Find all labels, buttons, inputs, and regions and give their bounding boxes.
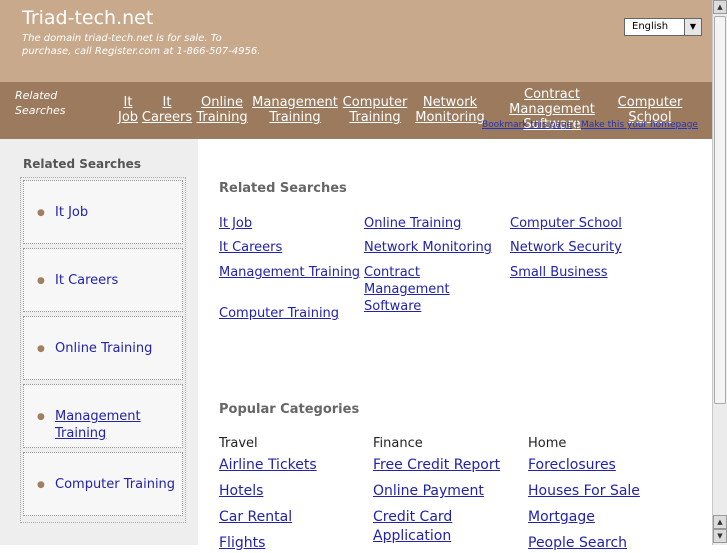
bullet-icon: ● — [37, 208, 45, 218]
nav-link-it-careers[interactable]: It Careers — [141, 95, 193, 125]
sidebar: Related Searches ● It Job ● It Careers ●… — [0, 139, 198, 545]
related-link-network-monitoring[interactable]: Network Monitoring — [364, 239, 492, 256]
related-link-management-training[interactable]: Management Training — [219, 264, 360, 281]
sidebar-item-label[interactable]: Computer Training — [55, 476, 180, 493]
popular-categories-title: Popular Categories — [219, 402, 360, 417]
homepage-link[interactable]: Make this your homepage — [581, 120, 698, 130]
sidebar-list: ● It Job ● It Careers ● Online Training … — [20, 177, 186, 523]
sidebar-item-label[interactable]: Online Training — [55, 340, 180, 357]
related-link-computer-training[interactable]: Computer Training — [219, 305, 339, 322]
nav-link-network-monitoring[interactable]: Network Monitoring — [414, 95, 486, 125]
language-selected: English — [632, 21, 669, 32]
site-description: The domain triad-tech.net is for sale. T… — [22, 33, 261, 57]
related-searches-title: Related Searches — [219, 181, 347, 196]
sidebar-item-label[interactable]: Management Training — [55, 408, 145, 442]
popular-link-credit-card-application[interactable]: Credit Card Application — [373, 508, 483, 546]
sidebar-item-it-job[interactable]: ● It Job — [23, 180, 183, 244]
bullet-icon: ● — [37, 480, 45, 490]
scroll-up-icon[interactable]: ▲ — [713, 0, 727, 14]
popular-link-foreclosures[interactable]: Foreclosures — [528, 456, 616, 475]
nav-link-online-training[interactable]: Online Training — [196, 95, 248, 125]
bookmark-link[interactable]: Bookmark this page — [482, 120, 572, 130]
popular-link-houses-for-sale[interactable]: Houses For Sale — [528, 482, 640, 501]
related-link-online-training[interactable]: Online Training — [364, 215, 461, 232]
popular-link-airline-tickets[interactable]: Airline Tickets — [219, 456, 317, 475]
sidebar-item-label[interactable]: It Careers — [55, 272, 180, 289]
header: Triad-tech.net The domain triad-tech.net… — [0, 0, 712, 82]
bullet-icon: ● — [37, 344, 45, 354]
scrollbar-thumb[interactable] — [714, 16, 726, 404]
sidebar-title: Related Searches — [23, 157, 141, 171]
bullet-icon: ● — [37, 412, 45, 422]
popular-link-flights[interactable]: Flights — [219, 534, 265, 553]
popular-link-free-credit-report[interactable]: Free Credit Report — [373, 456, 500, 475]
related-link-it-job[interactable]: It Job — [219, 215, 252, 232]
related-link-contract-management-software[interactable]: Contract Management Software — [364, 264, 508, 315]
related-link-computer-school[interactable]: Computer School — [510, 215, 622, 232]
related-link-network-security[interactable]: Network Security — [510, 239, 622, 256]
category-heading-finance: Finance — [373, 436, 423, 451]
category-heading-home: Home — [528, 436, 567, 451]
language-select[interactable]: English ▼ — [624, 18, 702, 36]
nav-link-management-training[interactable]: Management Training — [252, 95, 338, 125]
scroll-down-icon[interactable]: ▼ — [713, 529, 727, 543]
related-link-it-careers[interactable]: It Careers — [219, 239, 282, 256]
nav-link-computer-training[interactable]: Computer Training — [342, 95, 408, 125]
related-link-small-business[interactable]: Small Business — [510, 264, 608, 281]
nav-bar: Related Searches It Job It Careers Online T… — [0, 82, 712, 139]
popular-link-people-search[interactable]: People Search — [528, 534, 627, 553]
bookmark-separator: | — [575, 120, 579, 130]
nav-label: Related Searches — [15, 89, 66, 117]
site-title: Triad-tech.net — [22, 7, 154, 29]
chevron-down-icon[interactable]: ▼ — [684, 19, 701, 35]
nav-link-it-job[interactable]: It Job — [118, 95, 138, 125]
sidebar-item-it-careers[interactable]: ● It Careers — [23, 248, 183, 312]
popular-link-mortgage[interactable]: Mortgage — [528, 508, 595, 527]
sidebar-item-computer-training[interactable]: ● Computer Training — [23, 452, 183, 516]
category-heading-travel: Travel — [219, 436, 258, 451]
sidebar-item-online-training[interactable]: ● Online Training — [23, 316, 183, 380]
popular-link-online-payment[interactable]: Online Payment — [373, 482, 484, 501]
vertical-scrollbar[interactable]: ▲ ▲ ▼ — [712, 0, 727, 545]
bullet-icon: ● — [37, 276, 45, 286]
popular-link-hotels[interactable]: Hotels — [219, 482, 263, 501]
scroll-up-icon[interactable]: ▲ — [713, 515, 727, 529]
sidebar-item-management-training[interactable]: ● Management Training — [23, 384, 183, 448]
popular-link-car-rental[interactable]: Car Rental — [219, 508, 292, 527]
bookmark-bar: Bookmark this page | Make this your home… — [482, 120, 698, 130]
sidebar-item-label[interactable]: It Job — [55, 204, 180, 221]
